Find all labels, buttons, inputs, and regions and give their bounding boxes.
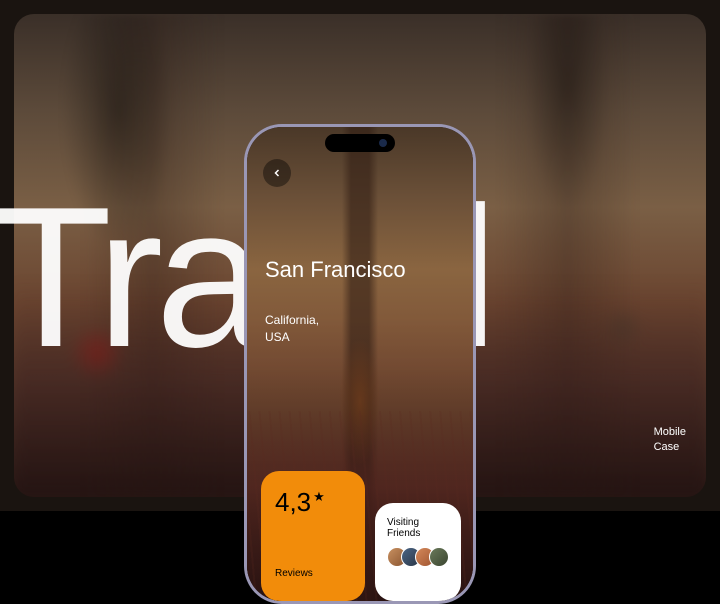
back-button[interactable] xyxy=(263,159,291,187)
friends-card[interactable]: Visiting Friends xyxy=(375,503,461,601)
phone-screen: San Francisco California, USA 4,3 ★ Revi… xyxy=(247,127,473,601)
avatar xyxy=(429,547,449,567)
rating-card[interactable]: 4,3 ★ Reviews xyxy=(261,471,365,601)
rating-label: Reviews xyxy=(275,568,351,591)
rating-value: 4,3 ★ xyxy=(275,487,351,518)
avatar-stack xyxy=(387,547,449,567)
presentation-canvas: Travel Mobile Case San Francisco Califor… xyxy=(0,0,720,511)
location-text: California, USA xyxy=(265,312,319,346)
rating-number: 4,3 xyxy=(275,487,311,518)
case-label-line: Case xyxy=(654,440,686,455)
cards-row: 4,3 ★ Reviews Visiting Friends xyxy=(247,471,473,601)
friends-title: Visiting Friends xyxy=(387,517,449,539)
location-line: California, xyxy=(265,312,319,329)
phone-frame: San Francisco California, USA 4,3 ★ Revi… xyxy=(244,124,476,604)
star-icon: ★ xyxy=(313,489,325,505)
case-label-line: Mobile xyxy=(654,425,686,440)
dynamic-island xyxy=(325,134,395,152)
location-line: USA xyxy=(265,329,319,346)
chevron-left-icon xyxy=(271,167,283,179)
city-title: San Francisco xyxy=(265,257,406,283)
case-label: Mobile Case xyxy=(654,425,686,456)
